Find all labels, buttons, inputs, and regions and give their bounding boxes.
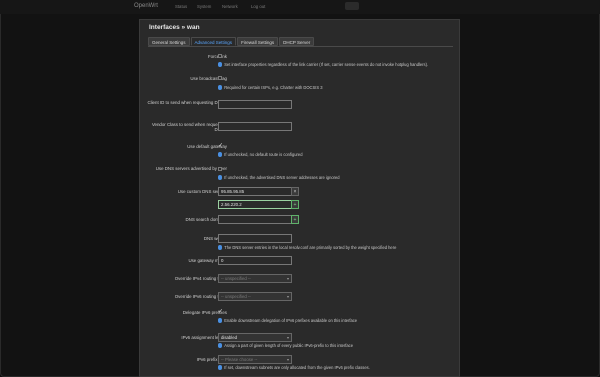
info-icon: [218, 85, 223, 90]
chevron-down-icon: ▾: [286, 276, 289, 281]
top-navbar: OpenWrt Status System Network Log out: [0, 0, 600, 14]
delegate-prefix-checkbox[interactable]: ✓: [218, 309, 223, 315]
broadcast-flag-label: Use broadcast flag: [190, 76, 227, 81]
ipv4-table-label: Override IPv4 routing table: [174, 276, 227, 281]
ipv6-assignment-label: IPv6 assignment length: [181, 335, 227, 340]
info-icon: [218, 62, 223, 67]
client-id-input[interactable]: [218, 100, 292, 109]
dns-search-input[interactable]: [218, 215, 292, 224]
ipv6-assignment-select[interactable]: disabled ▾: [218, 333, 292, 342]
dns-weight-input[interactable]: [218, 234, 292, 243]
default-gateway-checkbox[interactable]: ✓: [218, 143, 223, 149]
tab-divider: [148, 46, 453, 47]
info-icon: [218, 152, 223, 157]
vendor-class-label: Vendor Class to send when requesting DHC…: [151, 122, 227, 132]
remove-dns-button-1[interactable]: ×: [291, 187, 299, 196]
status-badge: [345, 2, 359, 10]
nav-item-logout[interactable]: Log out: [251, 4, 265, 9]
default-gateway-label: Use default gateway: [187, 144, 227, 149]
ipv6-prefix-filter-select[interactable]: -- Please choose -- ▾: [218, 355, 292, 364]
force-link-checkbox[interactable]: [218, 54, 222, 58]
brand-logo[interactable]: OpenWrt: [134, 3, 158, 9]
peer-dns-label: Use DNS servers advertised by peer: [155, 166, 227, 171]
info-icon: [218, 343, 223, 348]
chevron-down-icon: ▾: [286, 335, 289, 340]
ipv4-table-select[interactable]: -- unspecified -- ▾: [218, 274, 292, 283]
chevron-down-icon: ▾: [286, 294, 289, 299]
default-gateway-help: If unchecked, no default route is config…: [218, 152, 302, 157]
broadcast-flag-help: Required for certain ISPs, e.g. Charter …: [218, 85, 322, 90]
dns-weight-label: DNS weight: [203, 236, 227, 241]
tab-dhcp-server[interactable]: DHCP Server: [279, 37, 315, 46]
add-search-domain-button[interactable]: +: [291, 215, 299, 224]
nav-item-system[interactable]: System: [197, 4, 211, 9]
force-link-help: Set interface properties regardless of t…: [218, 62, 428, 67]
gateway-metric-label: Use gateway metric: [188, 258, 227, 263]
interface-modal: Interfaces » wan General Settings Advanc…: [139, 19, 460, 377]
tab-bar: General Settings Advanced Settings Firew…: [148, 37, 315, 46]
tab-general-settings[interactable]: General Settings: [148, 37, 190, 46]
info-icon: [218, 245, 223, 250]
ipv6-table-select[interactable]: -- unspecified -- ▾: [218, 292, 292, 301]
dns-server-input-2[interactable]: 2.56.220.2: [218, 200, 292, 209]
tab-advanced-settings[interactable]: Advanced Settings: [190, 37, 237, 46]
info-icon: [218, 318, 223, 323]
force-link-label: Force link: [207, 54, 227, 59]
add-dns-button[interactable]: +: [291, 200, 299, 209]
delegate-prefix-help: Enable downstream delegation of IPv6 pre…: [218, 318, 357, 323]
delegate-prefix-label: Delegate IPv6 prefixes: [182, 310, 227, 315]
custom-dns-label: Use custom DNS servers: [177, 189, 227, 194]
ipv6-table-label: Override IPv6 routing table: [174, 294, 227, 299]
info-icon: [218, 365, 223, 370]
peer-dns-help: If unchecked, the advertised DNS server …: [218, 175, 340, 180]
vendor-class-input[interactable]: [218, 122, 292, 131]
modal-title: Interfaces » wan: [149, 24, 200, 31]
ipv6-prefix-filter-help: If set, downstream subnets are only allo…: [218, 365, 370, 370]
nav-item-status[interactable]: Status: [175, 4, 187, 9]
chevron-down-icon: ▾: [286, 357, 289, 362]
gateway-metric-input[interactable]: 0: [218, 256, 292, 265]
dns-server-input-1[interactable]: 95.85.95.85: [218, 187, 292, 196]
client-id-label: Client ID to send when requesting DHCP: [147, 100, 227, 105]
ipv6-prefix-filter-label: IPv6 prefix filter: [196, 357, 227, 362]
dns-weight-help: The DNS server entries in the local reso…: [218, 245, 396, 250]
peer-dns-checkbox[interactable]: [218, 167, 222, 171]
dns-search-label: DNS search domains: [185, 217, 227, 222]
tab-firewall-settings[interactable]: Firewall Settings: [237, 37, 279, 46]
info-icon: [218, 175, 223, 180]
ipv6-assignment-help: Assign a part of given length of every p…: [218, 343, 353, 348]
broadcast-flag-checkbox[interactable]: [218, 76, 222, 80]
nav-item-network[interactable]: Network: [222, 4, 238, 9]
